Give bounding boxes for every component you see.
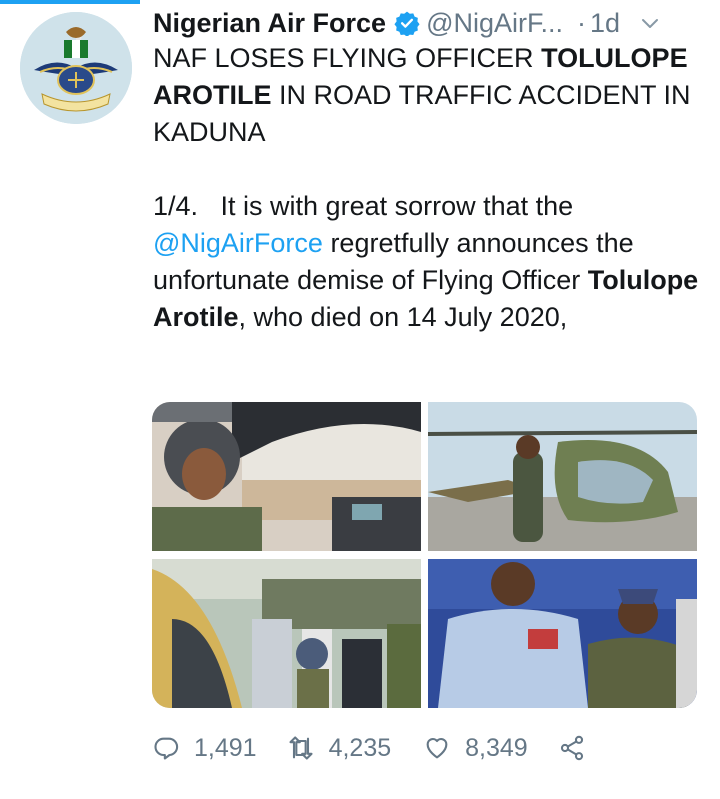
media-grid [152,402,697,708]
tweet-actions: 1,491 4,235 8,349 [152,730,586,766]
retweet-icon [289,736,313,760]
photo-officers-icon [428,559,697,708]
heart-icon [426,738,448,759]
photo-crowd-icon [152,559,421,708]
reply-count: 1,491 [194,733,257,762]
mention-link[interactable]: @NigAirForce [153,228,323,258]
tweet-body: 1/4. It is with great sorrow that the @N… [153,188,708,336]
tweet-header: Nigerian Air Force @NigAirF... · 1d [153,6,706,40]
chevron-down-icon[interactable] [638,11,662,35]
body-text: 1/4. It is with great sorrow that the [153,191,581,221]
tweet-timestamp[interactable]: 1d [590,8,620,39]
media-photo-officers[interactable] [428,559,697,708]
body-text-end: , who died on 14 July 2020, [238,302,568,332]
air-force-crest-icon [20,12,132,124]
retweet-count: 4,235 [328,733,392,762]
time-separator: · [577,7,586,38]
verified-badge-icon [394,11,420,36]
retweet-button[interactable]: 4,235 [287,733,392,763]
tweet-text: NAF LOSES FLYING OFFICER TOLULOPE AROTIL… [153,40,708,336]
photo-cockpit-icon [152,402,421,551]
like-button[interactable]: 8,349 [423,734,528,763]
top-accent-bar [0,0,140,4]
media-photo-cockpit[interactable] [152,402,421,551]
author-handle[interactable]: @NigAirF... [426,8,563,39]
media-photo-crowd[interactable] [152,559,421,708]
avatar[interactable] [20,12,132,124]
headline-text: NAF LOSES FLYING OFFICER [153,43,542,73]
share-icon [560,735,583,761]
author-name[interactable]: Nigerian Air Force [153,8,386,39]
tweet-headline: NAF LOSES FLYING OFFICER TOLULOPE AROTIL… [153,40,708,151]
media-photo-helicopter[interactable] [428,402,697,551]
like-count: 8,349 [465,733,528,762]
reply-button[interactable]: 1,491 [152,734,257,763]
share-button[interactable] [558,734,586,762]
reply-icon [154,737,179,760]
photo-helicopter-icon [428,402,697,551]
